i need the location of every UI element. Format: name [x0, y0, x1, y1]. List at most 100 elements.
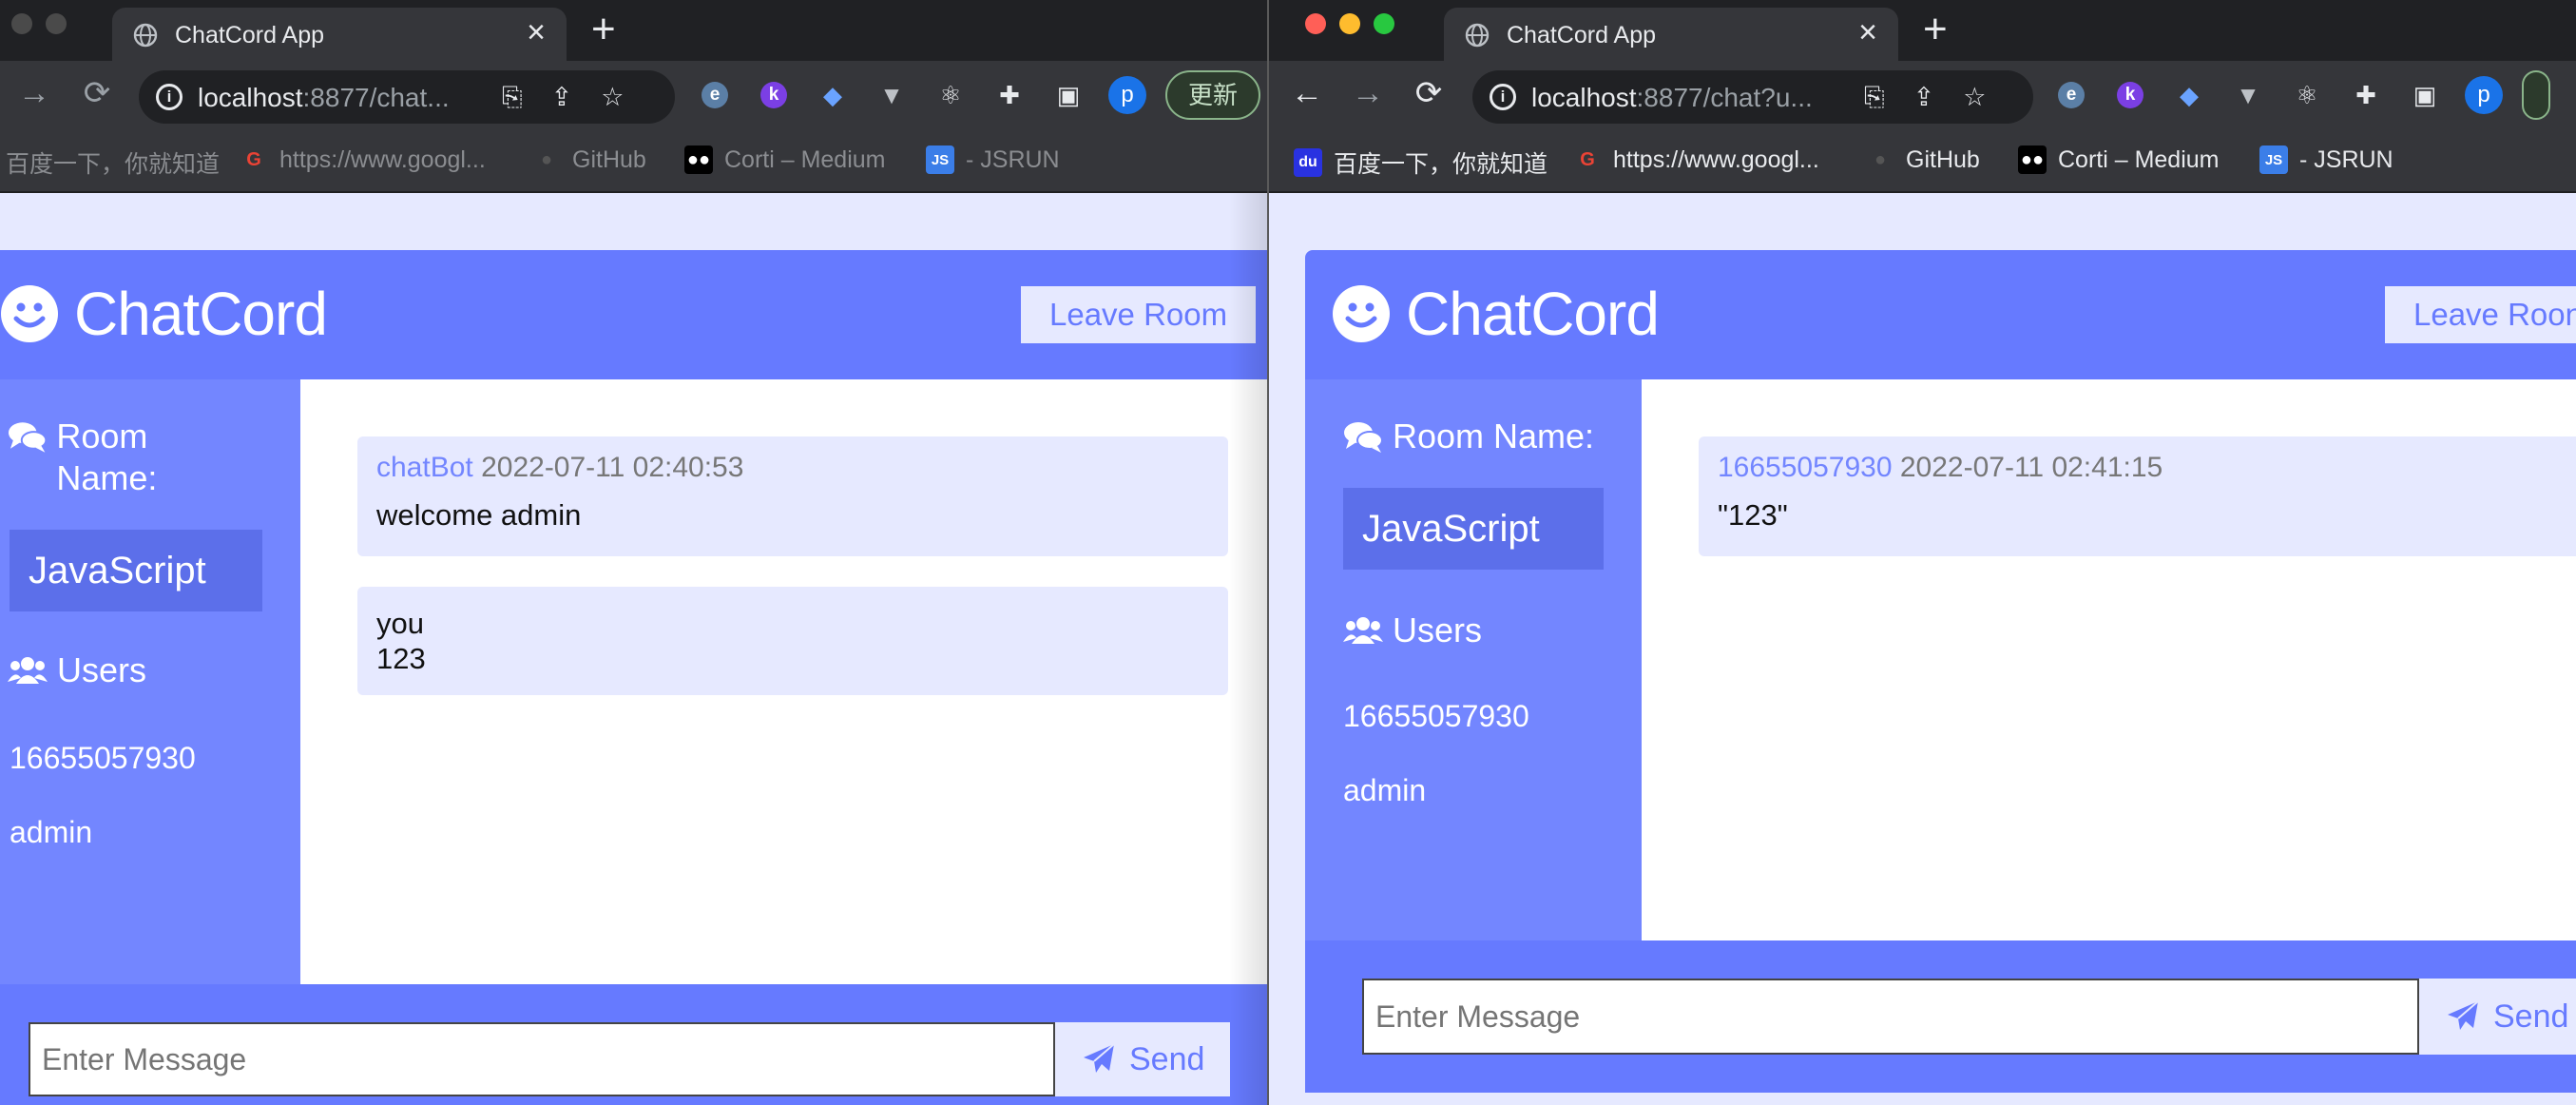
profile-avatar[interactable]: p [2463, 74, 2505, 116]
extension-e-icon[interactable]: e [694, 74, 736, 116]
app-logo: ChatCord [1332, 279, 1660, 349]
baidu-paw-icon: du [1294, 148, 1322, 177]
globe-icon [133, 23, 158, 48]
share-icon[interactable]: ⇪ [551, 83, 573, 113]
vue-devtools-icon[interactable]: ▼ [2227, 74, 2269, 116]
close-window-button[interactable] [11, 13, 32, 34]
site-info-icon[interactable]: i [1490, 84, 1516, 110]
message-meta: chatBot 2022-07-11 02:40:53 [376, 452, 744, 483]
bookmark-star-icon[interactable]: ☆ [1963, 83, 1986, 113]
chat-sidebar: Room Name: JavaScript Users 16655057930 … [1305, 379, 1642, 940]
side-panel-icon[interactable]: ▣ [1048, 74, 1089, 116]
bookmark-google[interactable]: Ghttps://www.googl... [240, 145, 486, 174]
minimize-window-button[interactable] [1339, 13, 1360, 34]
close-tab-icon[interactable]: × [1858, 16, 1877, 48]
leave-room-button[interactable]: Leave Room [1021, 286, 1257, 343]
comments-icon [1344, 422, 1383, 453]
extensions-puzzle-icon[interactable]: ✚ [2345, 74, 2387, 116]
jsrun-icon: JS [2259, 145, 2288, 174]
globe-icon [1465, 23, 1490, 48]
send-button[interactable]: Send [1055, 1022, 1230, 1096]
google-icon: G [246, 148, 261, 170]
bookmark-jsrun[interactable]: JS - JSRUN [926, 145, 1060, 174]
extensions-puzzle-icon[interactable]: ✚ [989, 74, 1030, 116]
update-button[interactable] [2522, 70, 2550, 120]
bookmark-star-icon[interactable]: ☆ [601, 83, 624, 113]
bookmark-baidu[interactable]: 百度一下，你就知道 [6, 145, 220, 180]
tab-strip: ChatCord App × + [1269, 0, 2576, 61]
address-bar[interactable]: i localhost:8877/chat?u... ⎘ ⇪ ☆ [1472, 70, 2033, 124]
users-heading: Users [1343, 610, 1482, 651]
omnibox-actions: ⎘ ⇪ ☆ [502, 83, 624, 113]
bookmark-github[interactable]: ● GitHub [532, 145, 646, 174]
users-heading: Users [8, 649, 146, 691]
side-panel-icon[interactable]: ▣ [2404, 74, 2446, 116]
leave-room-button[interactable]: Leave Roon [2385, 286, 2576, 343]
react-devtools-icon[interactable]: ⚛ [930, 74, 971, 116]
update-button[interactable]: 更新 [1165, 70, 1261, 120]
message: 16655057930 2022-07-11 02:41:15 "123" [1699, 436, 2576, 556]
tab-strip: ChatCord App × + [0, 0, 1267, 61]
address-bar[interactable]: i localhost:8877/chat... ⎘ ⇪ ☆ [139, 70, 675, 124]
chat-messages: 16655057930 2022-07-11 02:41:15 "123" [1642, 379, 2576, 940]
room-name-heading: Room Name: [8, 416, 255, 499]
jsrun-icon: JS [926, 145, 954, 174]
extension-graduate-icon[interactable]: ◆ [2168, 74, 2210, 116]
message-input[interactable]: Enter Message [1362, 979, 2419, 1055]
bookmark-github[interactable]: ● GitHub [1866, 145, 1980, 174]
bookmark-medium[interactable]: ●● Corti – Medium [2018, 145, 2220, 174]
back-button[interactable]: ← [1286, 72, 1328, 114]
bookmarks-bar: 百度一下，你就知道 Ghttps://www.googl... ● GitHub … [0, 131, 1267, 192]
translate-icon[interactable]: ⎘ [502, 83, 523, 113]
bookmarks-bar: du 百度一下，你就知道 Ghttps://www.googl... ● GitHu… [1269, 131, 2576, 192]
message-text: 123 [376, 642, 426, 675]
bookmark-google[interactable]: Ghttps://www.googl... [1573, 145, 1819, 174]
tab-chatcord[interactable]: ChatCord App × [112, 8, 567, 61]
extension-graduate-icon[interactable]: ◆ [812, 74, 854, 116]
user-list-item: 16655057930 [10, 741, 196, 775]
forward-button[interactable]: → [13, 72, 55, 114]
chat-header: ChatCord Leave Room [0, 250, 1267, 379]
minimize-window-button[interactable] [46, 13, 67, 34]
close-window-button[interactable] [1305, 13, 1326, 34]
send-label: Send [1129, 1040, 1205, 1077]
translate-icon[interactable]: ⎘ [1864, 83, 1885, 113]
new-tab-button[interactable]: + [1923, 9, 1948, 50]
message-text: welcome admin [376, 498, 582, 532]
user-list-item: admin [1343, 773, 1427, 807]
room-name-label: Room Name: [56, 417, 158, 497]
page-viewport: ChatCord Leave Room Room Name: JavaScrip… [0, 193, 1267, 1105]
new-tab-button[interactable]: + [591, 9, 616, 50]
extension-k-icon[interactable]: k [753, 74, 795, 116]
tab-chatcord[interactable]: ChatCord App × [1444, 8, 1898, 61]
page-viewport: ChatCord Leave Roon Room Name: JavaScrip… [1269, 193, 2576, 1105]
room-name-label: Room Name: [1393, 417, 1595, 456]
bookmark-medium[interactable]: ●● Corti – Medium [684, 145, 886, 174]
close-tab-icon[interactable]: × [527, 16, 546, 48]
profile-avatar[interactable]: p [1106, 74, 1148, 116]
window-controls [11, 13, 67, 34]
send-button[interactable]: Send [2419, 979, 2576, 1055]
message: chatBot 2022-07-11 02:40:53 welcome admi… [357, 436, 1228, 556]
app-brand: ChatCord [1406, 280, 1660, 348]
omnibox-actions: ⎘ ⇪ ☆ [1864, 83, 1986, 113]
share-icon[interactable]: ⇪ [1913, 83, 1935, 113]
reload-button[interactable]: ⟳ [1408, 72, 1450, 114]
vue-devtools-icon[interactable]: ▼ [871, 74, 913, 116]
message-text: "123" [1718, 498, 1788, 532]
bookmark-jsrun[interactable]: JS - JSRUN [2259, 145, 2393, 174]
users-label: Users [1393, 611, 1483, 649]
tab-title: ChatCord App [175, 22, 325, 48]
bookmark-baidu[interactable]: du 百度一下，你就知道 [1294, 145, 1548, 180]
forward-button[interactable]: → [1347, 72, 1389, 114]
message-input[interactable]: Enter Message [29, 1022, 1055, 1096]
site-info-icon[interactable]: i [156, 84, 183, 110]
react-devtools-icon[interactable]: ⚛ [2286, 74, 2328, 116]
maximize-window-button[interactable] [1374, 13, 1394, 34]
message-meta: 16655057930 2022-07-11 02:41:15 [1718, 452, 2163, 483]
users-icon [8, 657, 48, 684]
extension-e-icon[interactable]: e [2050, 74, 2092, 116]
reload-button[interactable]: ⟳ [76, 72, 118, 114]
chat-form: Enter Message Send [0, 984, 1267, 1105]
extension-k-icon[interactable]: k [2109, 74, 2151, 116]
